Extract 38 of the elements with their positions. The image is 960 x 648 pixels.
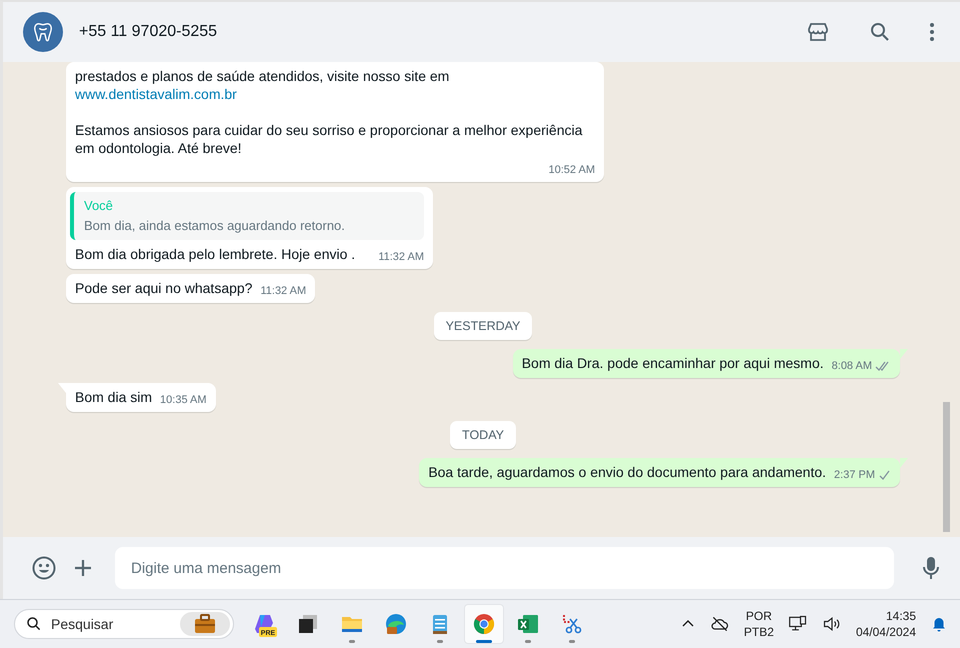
date-chip: TODAY bbox=[450, 421, 516, 449]
search-icon bbox=[25, 615, 43, 633]
input-language[interactable]: POR PTB2 bbox=[744, 608, 774, 640]
message-text: Bom dia Dra. pode encaminhar por aqui mesmo. bbox=[522, 355, 824, 371]
message-text: prestados e planos de saúde atendidos, visite nosso site em bbox=[75, 68, 450, 84]
briefcase-icon bbox=[193, 612, 217, 636]
website-link[interactable]: www.dentistavalim.com.br bbox=[75, 85, 595, 103]
message-text: Pode ser aqui no whatsapp? bbox=[75, 280, 252, 296]
cloud-off-icon bbox=[710, 614, 730, 634]
task-view-icon bbox=[296, 612, 320, 636]
message-time: 11:32 AM bbox=[260, 284, 306, 299]
storefront-icon bbox=[806, 20, 830, 44]
message-time: 2:37 PM bbox=[834, 468, 875, 483]
quote-text: Bom dia, ainda estamos aguardando retorno. bbox=[84, 217, 346, 235]
message-text: Bom dia sim bbox=[75, 389, 152, 405]
clock[interactable]: 14:35 04/04/2024 bbox=[856, 608, 916, 640]
taskbar-search-field[interactable]: Pesquisar bbox=[14, 609, 234, 639]
tooth-avatar[interactable] bbox=[23, 12, 63, 52]
scrollbar[interactable] bbox=[943, 402, 950, 532]
quoted-message[interactable]: Você Bom dia, ainda estamos aguardando retorno. bbox=[70, 192, 424, 240]
message-time: 8:08 AM bbox=[832, 359, 872, 374]
microphone-icon bbox=[920, 555, 942, 581]
scissors-icon bbox=[560, 612, 584, 636]
message-time: 10:52 AM bbox=[548, 163, 595, 178]
message-text: Boa tarde, aguardamos o envio do documento para andamento. bbox=[428, 464, 826, 480]
quote-author: Você bbox=[84, 197, 114, 215]
chrome-icon bbox=[472, 612, 496, 636]
message-text: Bom dia obrigada pelo lembrete. Hoje envio . bbox=[75, 246, 356, 262]
menu-icon bbox=[930, 23, 934, 41]
message-input[interactable]: Digite uma mensagem bbox=[115, 547, 894, 589]
message-text: Estamos ansiosos para cuidar do seu sorriso e proporcionar a melhor experiência em odontologia. Até breve! bbox=[75, 122, 582, 156]
smiley-icon bbox=[31, 555, 57, 581]
spreadsheet-icon bbox=[516, 612, 540, 636]
volume-icon bbox=[822, 614, 842, 634]
edge-icon bbox=[384, 612, 408, 636]
message-time: 11:32 AM bbox=[378, 250, 424, 265]
date-chip: YESTERDAY bbox=[434, 312, 532, 340]
message-time: 10:35 AM bbox=[160, 393, 207, 408]
